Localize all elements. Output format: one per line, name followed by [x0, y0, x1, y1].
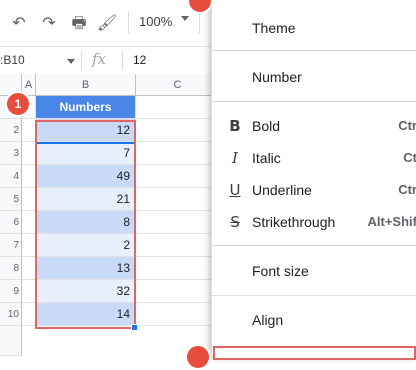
column-header-b[interactable]: B: [36, 74, 136, 96]
menu-item-align[interactable]: Align: [212, 305, 416, 337]
cell[interactable]: [22, 119, 36, 142]
step-badge: [185, 344, 211, 370]
step-badge-1: 1: [5, 91, 31, 117]
number-cell[interactable]: 12: [36, 119, 136, 142]
divider: [122, 51, 123, 70]
cell[interactable]: [136, 165, 220, 188]
cell[interactable]: [136, 96, 220, 119]
menu-divider: [212, 295, 416, 296]
shortcut-text: Alt+Shif: [367, 214, 416, 229]
divider: [81, 51, 82, 70]
undo-icon[interactable]: ↶: [8, 14, 30, 32]
cell[interactable]: [22, 280, 36, 303]
highlighted-menu-item[interactable]: [213, 346, 416, 360]
number-cell[interactable]: 14: [36, 303, 136, 326]
cell[interactable]: [136, 303, 220, 326]
menu-item-label: Theme: [252, 20, 296, 36]
menu-item-strikethrough[interactable]: S Strikethrough Alt+Shif: [212, 207, 416, 239]
menu-item-label: Number: [252, 69, 302, 85]
context-menu: Theme Number B Bold Ctr I Italic Ct U Un…: [211, 0, 416, 356]
active-cell-border: [37, 142, 134, 144]
italic-icon: I: [232, 149, 238, 167]
chevron-down-icon[interactable]: [181, 16, 189, 21]
menu-divider: [212, 101, 416, 102]
cell[interactable]: [22, 142, 36, 165]
shortcut-text: Ct: [403, 150, 416, 165]
number-cell[interactable]: 32: [36, 280, 136, 303]
menu-item-number[interactable]: Number: [212, 62, 416, 94]
underline-icon: U: [229, 181, 241, 199]
cell[interactable]: [136, 142, 220, 165]
number-cell[interactable]: 8: [36, 211, 136, 234]
row-header[interactable]: 5: [0, 188, 22, 211]
cell[interactable]: [22, 257, 36, 280]
menu-item-label: Strikethrough: [252, 214, 336, 230]
column-header-c[interactable]: C: [136, 74, 220, 96]
cell[interactable]: [136, 280, 220, 303]
row-header[interactable]: 2: [0, 119, 22, 142]
number-cell[interactable]: 21: [36, 188, 136, 211]
strikethrough-icon: S: [230, 213, 240, 231]
number-cell[interactable]: 2: [36, 234, 136, 257]
menu-item-underline[interactable]: U Underline Ctr: [212, 175, 416, 207]
menu-item-font-size[interactable]: Font size: [212, 256, 416, 288]
row-header[interactable]: 4: [0, 165, 22, 188]
cell[interactable]: [136, 188, 220, 211]
menu-item-label: Align: [252, 312, 284, 328]
row-header[interactable]: 3: [0, 142, 22, 165]
menu-divider: [212, 245, 416, 246]
name-box[interactable]: :B10: [0, 53, 25, 67]
cell[interactable]: [136, 257, 220, 280]
cell[interactable]: [136, 119, 220, 142]
print-icon[interactable]: 🖶: [68, 14, 90, 32]
row-header[interactable]: 6: [0, 211, 22, 234]
bold-icon: B: [229, 117, 241, 135]
redo-icon[interactable]: ↷: [38, 14, 60, 32]
menu-item-bold[interactable]: B Bold Ctr: [212, 111, 416, 143]
cell[interactable]: [136, 211, 220, 234]
menu-item-label: Italic: [252, 150, 281, 166]
menu-item-label: Bold: [252, 118, 281, 134]
menu-divider: [212, 50, 416, 51]
row-header[interactable]: 10: [0, 303, 22, 326]
row-header[interactable]: 7: [0, 234, 22, 257]
row-header[interactable]: 9: [0, 280, 22, 303]
number-cell[interactable]: 13: [36, 257, 136, 280]
formula-input[interactable]: 12: [133, 53, 146, 67]
cell[interactable]: [22, 188, 36, 211]
row-header[interactable]: [0, 326, 22, 356]
number-cell[interactable]: 7: [36, 142, 136, 165]
cell[interactable]: [136, 234, 220, 257]
toolbar-divider: [199, 12, 200, 34]
zoom-select[interactable]: 100%: [139, 14, 172, 29]
menu-item-label: Font size: [252, 263, 309, 279]
spreadsheet-grid: A B C 1 2 3 4 5 6 7 8 9 10 Numbers 12 7 …: [0, 74, 220, 356]
menu-item-italic[interactable]: I Italic Ct: [212, 143, 416, 175]
shortcut-text: Ctr: [398, 118, 416, 133]
cell[interactable]: [22, 234, 36, 257]
fx-icon: fx: [92, 50, 107, 68]
row-header[interactable]: 8: [0, 257, 22, 280]
cell[interactable]: [22, 165, 36, 188]
header-cell-numbers[interactable]: Numbers: [36, 96, 136, 119]
cell[interactable]: [22, 303, 36, 326]
fill-handle[interactable]: [131, 324, 138, 331]
shortcut-text: Ctr: [398, 182, 416, 197]
menu-item-theme[interactable]: Theme: [212, 13, 416, 45]
paint-format-icon[interactable]: 🖌: [96, 14, 118, 32]
cell[interactable]: [22, 211, 36, 234]
number-cell[interactable]: 49: [36, 165, 136, 188]
toolbar-divider: [128, 12, 129, 34]
menu-item-label: Underline: [252, 182, 312, 198]
chevron-down-icon[interactable]: [67, 59, 75, 64]
